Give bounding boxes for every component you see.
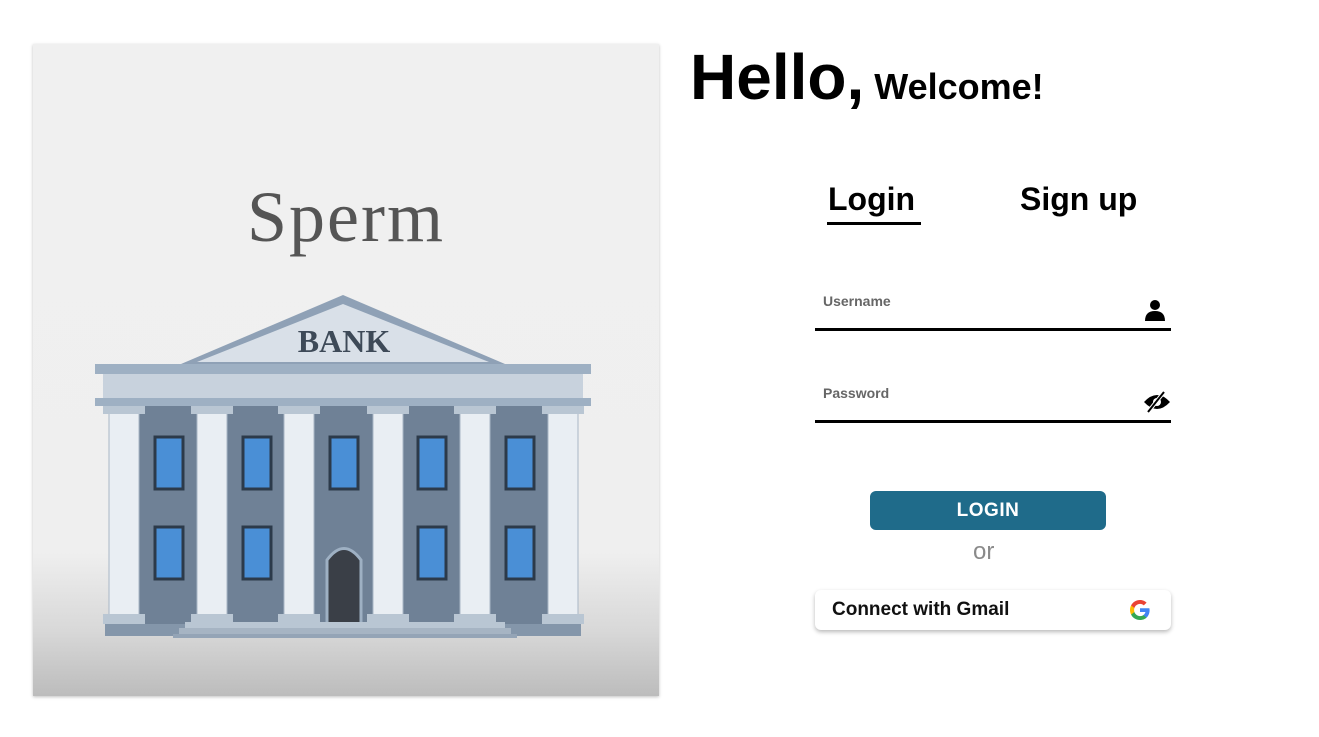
connect-gmail-label: Connect with Gmail (832, 599, 1010, 620)
tab-signup[interactable]: Sign up (1020, 181, 1137, 218)
hero-brand-text: Sperm (247, 177, 445, 257)
active-tab-indicator (827, 222, 921, 225)
greeting-hello: Hello, (690, 41, 865, 113)
password-input[interactable] (823, 400, 1127, 420)
greeting-heading: Hello, Welcome! (690, 40, 1044, 114)
login-button[interactable]: LOGIN (870, 491, 1106, 530)
person-icon (1143, 298, 1167, 322)
password-label: Password (823, 385, 890, 401)
google-icon (1129, 599, 1151, 621)
tab-login[interactable]: Login (828, 181, 915, 218)
or-separator: or (973, 538, 995, 565)
connect-gmail-button[interactable]: Connect with Gmail (815, 590, 1171, 630)
username-label: Username (823, 293, 891, 309)
hero-image-panel: Sperm BANK (33, 44, 659, 696)
bank-sign-text: BANK (298, 323, 391, 359)
eye-off-icon[interactable] (1143, 390, 1170, 414)
username-input[interactable] (823, 308, 1127, 328)
password-field[interactable]: Password (815, 376, 1171, 423)
bank-building-illustration: BANK (95, 295, 591, 638)
username-field[interactable]: Username (815, 284, 1171, 331)
greeting-welcome: Welcome! (874, 66, 1044, 107)
